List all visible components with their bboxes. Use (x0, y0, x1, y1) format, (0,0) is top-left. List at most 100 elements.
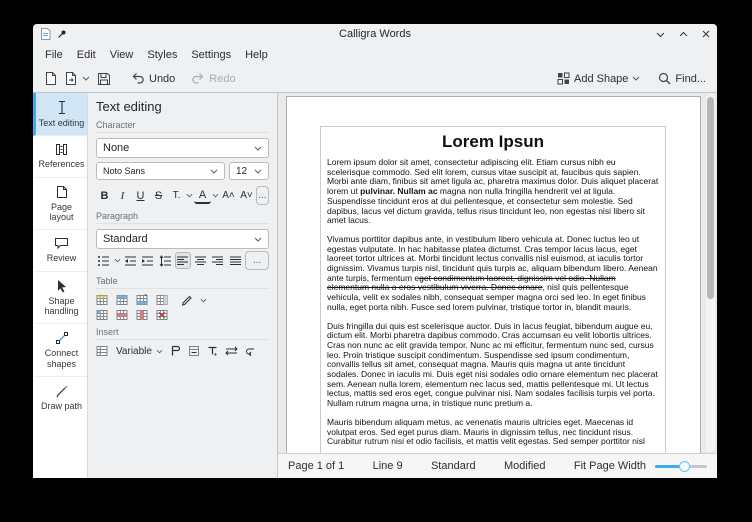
close-button[interactable] (702, 30, 710, 38)
line-spacing-button[interactable] (158, 252, 174, 269)
add-shape-button[interactable]: Add Shape (554, 70, 643, 87)
find-button[interactable]: Find... (655, 70, 709, 87)
document-area[interactable]: Lorem Ipsun Lorem ipsum dolor sit amet, … (278, 93, 717, 453)
text-editing-panel: Text editing Character None Noto Sans 12… (88, 93, 278, 478)
cursor-arrow-icon (56, 279, 68, 293)
text-frame[interactable]: Lorem Ipsun Lorem ipsum dolor sit amet, … (320, 126, 666, 453)
variable-dropdown[interactable]: Variable (116, 346, 163, 357)
minimize-button[interactable] (656, 31, 665, 38)
page-indicator: Page 1 of 1 (288, 460, 344, 472)
shrink-font-button[interactable]: A˅ (238, 187, 255, 204)
menu-item-file[interactable]: File (38, 47, 70, 63)
menu-item-settings[interactable]: Settings (184, 47, 238, 63)
redo-button[interactable]: Redo (188, 70, 238, 87)
border-pen-chevron-icon[interactable] (200, 298, 207, 303)
list-style-chevron-icon[interactable] (114, 258, 121, 263)
font-family-dropdown[interactable]: Noto Sans (96, 162, 225, 180)
paragraph-style-dropdown[interactable]: Standard (96, 229, 269, 249)
sidebar-label: Page layout (38, 202, 85, 223)
zoom-mode-button[interactable]: Fit Page Width (574, 460, 646, 472)
calligra-words-window: Calligra Words FileEditViewStylesSetting… (33, 24, 717, 478)
menu-item-view[interactable]: View (103, 47, 141, 63)
draw-path-icon (55, 384, 69, 398)
insert-row-above-icon[interactable] (116, 294, 129, 306)
font-size-dropdown[interactable]: 12 (229, 162, 269, 180)
open-recent-chevron-icon[interactable] (82, 76, 90, 81)
align-left-button[interactable] (175, 252, 191, 269)
new-document-button[interactable] (41, 69, 61, 88)
bold-button[interactable]: B (96, 187, 113, 204)
italic-button[interactable]: I (114, 187, 131, 204)
delete-table-icon[interactable] (156, 309, 169, 321)
menu-item-styles[interactable]: Styles (140, 47, 184, 63)
superscript-subscript-button[interactable]: T. (168, 187, 185, 204)
connector-line-icon (55, 331, 69, 345)
document-page[interactable]: Lorem Ipsun Lorem ipsum dolor sit amet, … (286, 96, 701, 453)
document-paragraph: Mauris bibendum aliquam metus, ac venena… (327, 418, 659, 447)
align-justify-button[interactable] (228, 252, 244, 269)
decrease-indent-button[interactable] (123, 252, 139, 269)
sidebar-item-text-editing[interactable]: Text editing (33, 93, 87, 136)
chevron-down-icon (254, 146, 262, 151)
delete-column-icon[interactable] (136, 309, 149, 321)
bookmark-icon[interactable] (170, 345, 181, 357)
menu-item-help[interactable]: Help (238, 47, 275, 63)
sidebar-item-page-layout[interactable]: Page layout (33, 178, 87, 231)
table-of-contents-icon[interactable] (96, 345, 109, 357)
paragraph-more-button[interactable]: ... (245, 251, 269, 270)
zoom-slider-handle[interactable] (679, 461, 690, 472)
sidebar-item-draw-path[interactable]: Draw path (33, 377, 87, 418)
sidebar-item-review[interactable]: Review (33, 230, 87, 271)
scrollbar-thumb[interactable] (707, 97, 714, 299)
increase-indent-button[interactable] (140, 252, 156, 269)
open-document-button[interactable] (61, 69, 81, 88)
vertical-scrollbar[interactable] (706, 94, 715, 452)
sidebar-item-connect-shapes[interactable]: Connect shapes (33, 324, 87, 377)
menu-bar: FileEditViewStylesSettingsHelp (33, 44, 717, 65)
save-button[interactable] (94, 70, 114, 88)
undo-button[interactable]: Undo (128, 70, 178, 87)
break-icon[interactable] (245, 346, 256, 356)
status-bar: Page 1 of 1 Line 9 Standard Modified Fit… (278, 453, 717, 478)
border-pen-icon[interactable] (180, 294, 193, 306)
main-area: Text editing References Page layout Revi… (33, 93, 717, 478)
spacing-arrows-icon[interactable] (225, 346, 238, 356)
find-label: Find... (675, 73, 706, 85)
list-style-button[interactable] (96, 252, 112, 269)
sidebar-item-references[interactable]: References (33, 136, 87, 177)
sidebar-item-shape-handling[interactable]: Shape handling (33, 272, 87, 325)
underline-button[interactable]: U (132, 187, 149, 204)
character-style-dropdown[interactable]: None (96, 138, 269, 158)
zoom-slider[interactable] (655, 460, 707, 472)
sidebar-label: Shape handling (38, 296, 85, 317)
insert-column-icon[interactable] (156, 294, 169, 306)
split-cells-icon[interactable] (96, 309, 109, 321)
character-more-button[interactable]: ... (256, 186, 269, 205)
menu-item-edit[interactable]: Edit (70, 47, 103, 63)
font-color-chevron-icon[interactable] (212, 193, 219, 198)
grow-font-button[interactable]: A˄ (220, 187, 237, 204)
undo-label: Undo (149, 73, 175, 85)
section-label-insert: Insert (96, 327, 269, 340)
insert-table-icon[interactable] (96, 294, 109, 306)
text-cursor-icon (55, 100, 69, 115)
line-indicator: Line 9 (373, 460, 403, 472)
align-right-button[interactable] (210, 252, 226, 269)
strikethrough-button[interactable]: S (150, 187, 167, 204)
maximize-button[interactable] (679, 31, 688, 38)
page-icon (56, 185, 68, 199)
title-bar: Calligra Words (33, 24, 717, 44)
insert-row-below-icon[interactable] (136, 294, 149, 306)
sidebar-label: Review (47, 253, 77, 263)
pin-icon[interactable] (57, 29, 67, 39)
style-indicator[interactable]: Standard (431, 460, 476, 472)
footnote-icon[interactable] (188, 345, 200, 357)
align-center-button[interactable] (193, 252, 209, 269)
app-icon (40, 28, 51, 40)
delete-row-icon[interactable] (116, 309, 129, 321)
chevron-down-icon (254, 169, 262, 174)
script-chevron-icon[interactable] (186, 193, 193, 198)
text-insert-icon[interactable] (207, 345, 218, 357)
font-color-button[interactable]: A (194, 188, 211, 204)
document-column: Lorem Ipsun Lorem ipsum dolor sit amet, … (278, 93, 717, 478)
